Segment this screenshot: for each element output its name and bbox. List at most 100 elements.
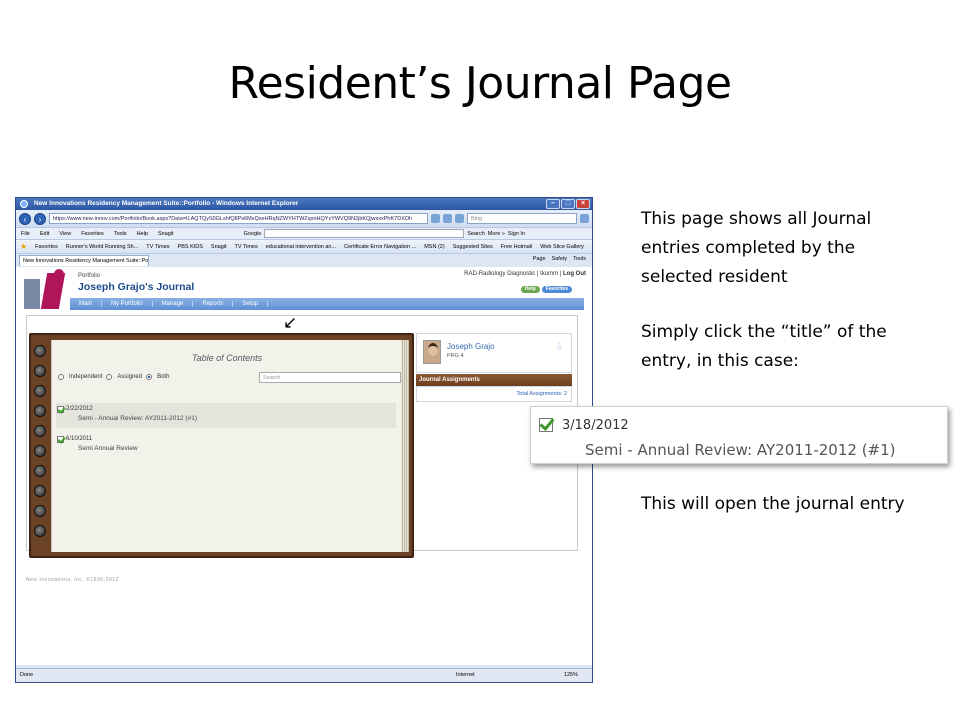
favorites-site-button[interactable]: Favorites	[541, 286, 572, 293]
entry-date: 2/22/2012	[66, 406, 93, 412]
journal-entry[interactable]: 2/22/2012 Semi - Annual Review: AY2011-2…	[56, 403, 396, 428]
ring-binder-icon	[34, 485, 46, 497]
fav-link[interactable]: Runner's World Running Sh...	[66, 244, 139, 250]
completed-check-icon	[539, 418, 553, 432]
fav-link[interactable]: TV Times	[146, 244, 169, 250]
minimize-button[interactable]: –	[546, 199, 560, 209]
fav-link[interactable]: Snagit	[211, 244, 227, 250]
note-instruction: Simply click the “title” of the entry, i…	[641, 322, 887, 371]
fav-link[interactable]: Suggested Sites	[453, 244, 493, 250]
new-innovations-logo	[24, 269, 70, 311]
fav-link[interactable]: Certificate Error Navigation ...	[344, 244, 416, 250]
tools-menu[interactable]: Tools	[573, 256, 586, 262]
fav-link[interactable]: PBS KIDS	[178, 244, 203, 250]
nav-main[interactable]: Main	[70, 301, 103, 307]
refresh-icon[interactable]	[443, 214, 452, 223]
forward-button[interactable]: ›	[34, 212, 46, 225]
logout-link[interactable]: Log Out	[563, 271, 586, 277]
resident-profile-card: Joseph Grajo PRG 4 ⇩	[416, 333, 572, 373]
search-field[interactable]: Bing	[467, 213, 577, 224]
snagit-button[interactable]: Snagit	[158, 231, 174, 237]
resident-name[interactable]: Joseph Grajo	[447, 342, 495, 351]
browser-tab[interactable]: New Innovations Residency Management Sui…	[19, 254, 149, 266]
lock-icon[interactable]	[431, 214, 440, 223]
ring-binder-icon	[34, 465, 46, 477]
user-info: RAD-Radiology Diagnostic | tkumm | Log O…	[464, 271, 586, 277]
security-zone: Internet	[456, 672, 475, 678]
menu-edit[interactable]: Edit	[40, 231, 49, 237]
journal-assignments-panel: Total Assignments: 2	[416, 386, 572, 402]
expand-arrow-icon[interactable]: ⇩	[555, 343, 565, 353]
ring-binder-icon	[34, 445, 46, 457]
journal-assignments-header: Journal Assignments	[416, 374, 572, 386]
toc-heading: Table of Contents	[191, 353, 263, 363]
sign-in-button[interactable]: Sign In	[508, 231, 525, 237]
google-label: Google	[243, 230, 262, 237]
fav-link[interactable]: Web Slice Gallery	[540, 244, 584, 250]
note-description: This page shows all Journal entries comp…	[641, 209, 872, 287]
tab-bar: New Innovations Residency Management Sui…	[16, 253, 592, 266]
status-text: Done	[20, 672, 34, 678]
menu-bar: File Edit View Favorites Tools Help Snag…	[16, 227, 592, 239]
ring-binder-icon	[34, 505, 46, 517]
more-button[interactable]: More »	[488, 231, 505, 237]
copyright: New Innovations, Inc. ©1995-2012	[26, 577, 119, 583]
radio-both[interactable]	[146, 374, 153, 380]
fav-link[interactable]: TV Times	[235, 244, 258, 250]
nav-manage[interactable]: Manage	[153, 301, 194, 307]
window-title: New Innovations Residency Management Sui…	[34, 200, 299, 207]
status-bar: Done Internet 125%	[16, 668, 592, 682]
page-menu[interactable]: Page	[533, 256, 546, 262]
menu-file[interactable]: File	[21, 231, 30, 237]
menu-favorites[interactable]: Favorites	[81, 231, 104, 237]
url-field[interactable]: https://www.new-innov.com/Portfolio/Book…	[49, 213, 428, 224]
total-assignments-link[interactable]: Total Assignments: 2	[517, 391, 567, 397]
menu-tools[interactable]: Tools	[114, 231, 127, 237]
note-result: This will open the journal entry	[641, 494, 905, 514]
favorites-button[interactable]: Favorites	[35, 244, 58, 250]
google-search-button[interactable]: Search	[467, 231, 484, 237]
avatar	[423, 340, 441, 364]
journal-notebook: Table of Contents Independent Assigned B…	[29, 333, 414, 558]
help-button[interactable]: Help	[520, 286, 540, 293]
back-button[interactable]: ‹	[19, 212, 31, 225]
menu-view[interactable]: View	[59, 231, 71, 237]
maximize-button[interactable]: □	[561, 199, 575, 209]
page-edges	[401, 340, 409, 552]
google-search-input[interactable]	[264, 229, 465, 238]
radio-assigned[interactable]	[106, 374, 113, 380]
entry-title-link[interactable]: Semi Annual Review	[78, 445, 138, 452]
ie-icon	[20, 200, 28, 208]
journal-entry[interactable]: 6/10/2011 Semi Annual Review	[56, 433, 396, 458]
favorites-bar: ★ Favorites Runner's World Running Sh...…	[16, 239, 592, 253]
entry-date: 6/10/2011	[66, 436, 93, 442]
browser-window: New Innovations Residency Management Sui…	[15, 197, 593, 683]
resident-level: PRG 4	[447, 353, 464, 359]
radio-independent[interactable]	[58, 374, 64, 380]
radio-label: Independent	[69, 374, 103, 380]
nav-setup[interactable]: Setup	[233, 301, 269, 307]
ring-binder-icon	[34, 365, 46, 377]
browser-titlebar: New Innovations Residency Management Sui…	[16, 198, 592, 210]
address-bar: ‹ › https://www.new-innov.com/Portfolio/…	[16, 210, 592, 227]
completed-check-icon	[57, 406, 64, 413]
ring-binder-icon	[34, 425, 46, 437]
zoom-level[interactable]: 125%	[564, 669, 578, 682]
fav-link[interactable]: MSN (2)	[424, 244, 444, 250]
menu-help[interactable]: Help	[137, 231, 148, 237]
nav-reports[interactable]: Reports	[193, 301, 234, 307]
safety-menu[interactable]: Safety	[552, 256, 568, 262]
nav-my-portfolio[interactable]: My Portfolio	[102, 301, 153, 307]
toc-filter: Independent Assigned Both	[58, 374, 169, 380]
close-button[interactable]: ×	[576, 199, 590, 209]
callout-entry-title[interactable]: Semi - Annual Review: AY2011-2012 (#1)	[585, 441, 896, 459]
search-icon[interactable]	[580, 214, 589, 223]
entry-title-link[interactable]: Semi - Annual Review: AY2011-2012 (#1)	[78, 415, 197, 422]
entry-callout: 3/18/2012 Semi - Annual Review: AY2011-2…	[530, 406, 948, 464]
toc-search-input[interactable]: Search	[259, 372, 401, 383]
fav-link[interactable]: educational intervention an...	[266, 244, 336, 250]
breadcrumb[interactable]: Portfolio	[78, 273, 100, 279]
fav-link[interactable]: Free Hotmail	[501, 244, 532, 250]
stop-icon[interactable]	[455, 214, 464, 223]
completed-check-icon	[57, 436, 64, 443]
